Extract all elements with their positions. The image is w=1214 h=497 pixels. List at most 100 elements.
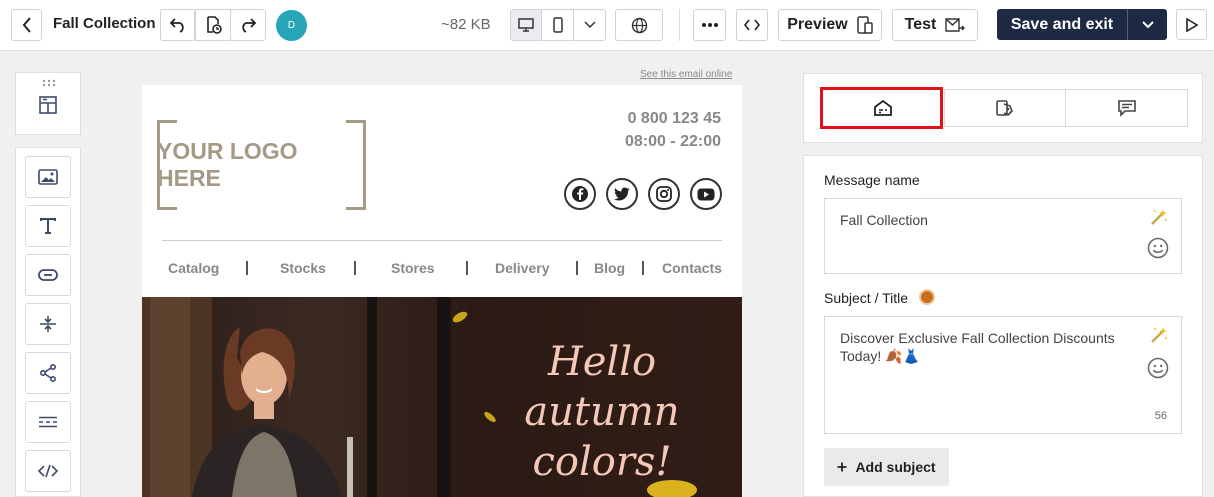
more-icon <box>701 23 718 27</box>
spacer-icon <box>40 316 56 332</box>
message-name-value: Fall Collection <box>840 212 928 228</box>
back-button[interactable] <box>11 9 42 41</box>
button-icon <box>38 269 58 281</box>
subject-value: Discover Exclusive Fall Collection Disco… <box>840 330 1115 364</box>
test-button[interactable]: Test <box>892 9 978 41</box>
share-icon <box>39 364 56 382</box>
text-icon <box>40 218 56 234</box>
menu-separator <box>466 261 468 275</box>
divider-icon <box>39 416 57 428</box>
info-icon[interactable] <box>919 289 935 305</box>
header-divider <box>162 240 722 241</box>
logo-placeholder[interactable]: YOUR LOGO HERE <box>157 120 366 210</box>
see-online-link[interactable]: See this email online <box>640 69 732 80</box>
send-test-icon <box>945 18 966 32</box>
twitter-icon <box>614 187 630 201</box>
twitter-link[interactable] <box>606 178 638 210</box>
tab-tags[interactable] <box>945 90 1067 126</box>
preview-button[interactable]: Preview <box>778 9 882 41</box>
instagram-link[interactable] <box>648 178 680 210</box>
tags-icon <box>996 100 1013 116</box>
contact-info: 0 800 123 45 08:00 - 22:00 <box>625 107 721 153</box>
email-size: ~82 KB <box>441 16 491 33</box>
subject-label: Subject / Title <box>824 290 909 306</box>
save-options-button[interactable] <box>1128 9 1167 40</box>
undo-button[interactable] <box>160 9 195 41</box>
menu-item-blog[interactable]: Blog <box>594 260 625 276</box>
language-button[interactable] <box>615 9 663 41</box>
chevron-down-icon <box>1141 20 1154 28</box>
message-name-field[interactable]: Fall Collection <box>824 198 1182 274</box>
code-icon <box>744 19 760 31</box>
emoji-icon[interactable] <box>1147 357 1169 379</box>
avatar[interactable]: D <box>276 10 307 41</box>
working-hours: 08:00 - 22:00 <box>624 133 721 150</box>
character-counter: 56 <box>1154 410 1167 422</box>
menu-item-stocks[interactable]: Stocks <box>280 260 326 276</box>
hero-line-2: autumn <box>524 389 680 435</box>
comments-icon <box>1117 100 1136 117</box>
tab-comments[interactable] <box>1066 90 1187 126</box>
active-tab-highlight <box>820 87 943 129</box>
toolbar-divider <box>679 9 680 41</box>
menu-separator <box>246 261 248 275</box>
add-subject-label: Add subject <box>855 459 936 475</box>
save-and-exit-label[interactable]: Save and exit <box>997 9 1128 40</box>
emoji-icon[interactable] <box>1147 237 1169 259</box>
menu-separator <box>354 261 356 275</box>
youtube-icon <box>697 188 715 200</box>
logo-bracket-left <box>157 120 177 210</box>
logo-bracket-right <box>346 120 366 210</box>
youtube-link[interactable] <box>690 178 722 210</box>
instagram-icon <box>656 186 672 202</box>
chevron-down-icon <box>583 21 596 29</box>
preview-label: Preview <box>787 16 848 33</box>
preview-icon <box>856 16 873 34</box>
email-settings-panel: Message name Fall Collection Subject / T… <box>803 155 1203 497</box>
social-tool[interactable] <box>25 352 71 394</box>
add-subject-button[interactable]: Add subject <box>824 448 949 486</box>
desktop-icon <box>518 18 534 32</box>
hero-banner[interactable]: Hello autumn colors! <box>142 297 742 497</box>
more-button[interactable] <box>693 9 726 41</box>
logo-text: YOUR LOGO HERE <box>157 138 298 191</box>
leaf-decoration <box>647 480 697 497</box>
redo-button[interactable] <box>230 9 266 41</box>
spacer-tool[interactable] <box>25 303 71 345</box>
layout-blocks-icon[interactable] <box>38 95 58 115</box>
document-history-icon <box>207 16 222 34</box>
play-icon <box>1185 17 1198 32</box>
text-tool[interactable] <box>25 205 71 247</box>
desktop-view-button[interactable] <box>510 9 542 41</box>
menu-item-catalog[interactable]: Catalog <box>168 260 219 276</box>
drag-handle-icon[interactable] <box>42 79 56 87</box>
mobile-view-button[interactable] <box>541 9 574 41</box>
campaign-title: Fall Collection <box>53 15 156 32</box>
send-button[interactable] <box>1176 9 1207 40</box>
save-and-exit-button[interactable]: Save and exit <box>997 9 1167 40</box>
menu-item-contacts[interactable]: Contacts <box>662 260 722 276</box>
email-canvas[interactable]: YOUR LOGO HERE 0 800 123 45 08:00 - 22:0… <box>142 85 742 497</box>
menu-item-delivery[interactable]: Delivery <box>495 260 549 276</box>
html-tool[interactable] <box>25 450 71 492</box>
image-tool[interactable] <box>25 156 71 198</box>
magic-wand-icon[interactable] <box>1149 207 1169 227</box>
history-button[interactable] <box>195 9 231 41</box>
facebook-icon <box>572 186 588 202</box>
mobile-icon <box>552 17 563 33</box>
undo-icon <box>169 18 184 33</box>
code-icon <box>38 464 58 478</box>
blocks-panel <box>15 72 81 135</box>
view-dropdown-button[interactable] <box>573 9 606 41</box>
menu-item-stores[interactable]: Stores <box>391 260 435 276</box>
test-label: Test <box>904 16 937 33</box>
code-view-button[interactable] <box>736 9 768 41</box>
magic-wand-icon[interactable] <box>1149 325 1169 345</box>
facebook-link[interactable] <box>564 178 596 210</box>
button-tool[interactable] <box>25 254 71 296</box>
avatar-initial: D <box>287 20 296 31</box>
divider-tool[interactable] <box>25 401 71 443</box>
plus-icon <box>837 462 847 472</box>
image-icon <box>38 169 58 185</box>
subject-field[interactable]: Discover Exclusive Fall Collection Disco… <box>824 316 1182 434</box>
